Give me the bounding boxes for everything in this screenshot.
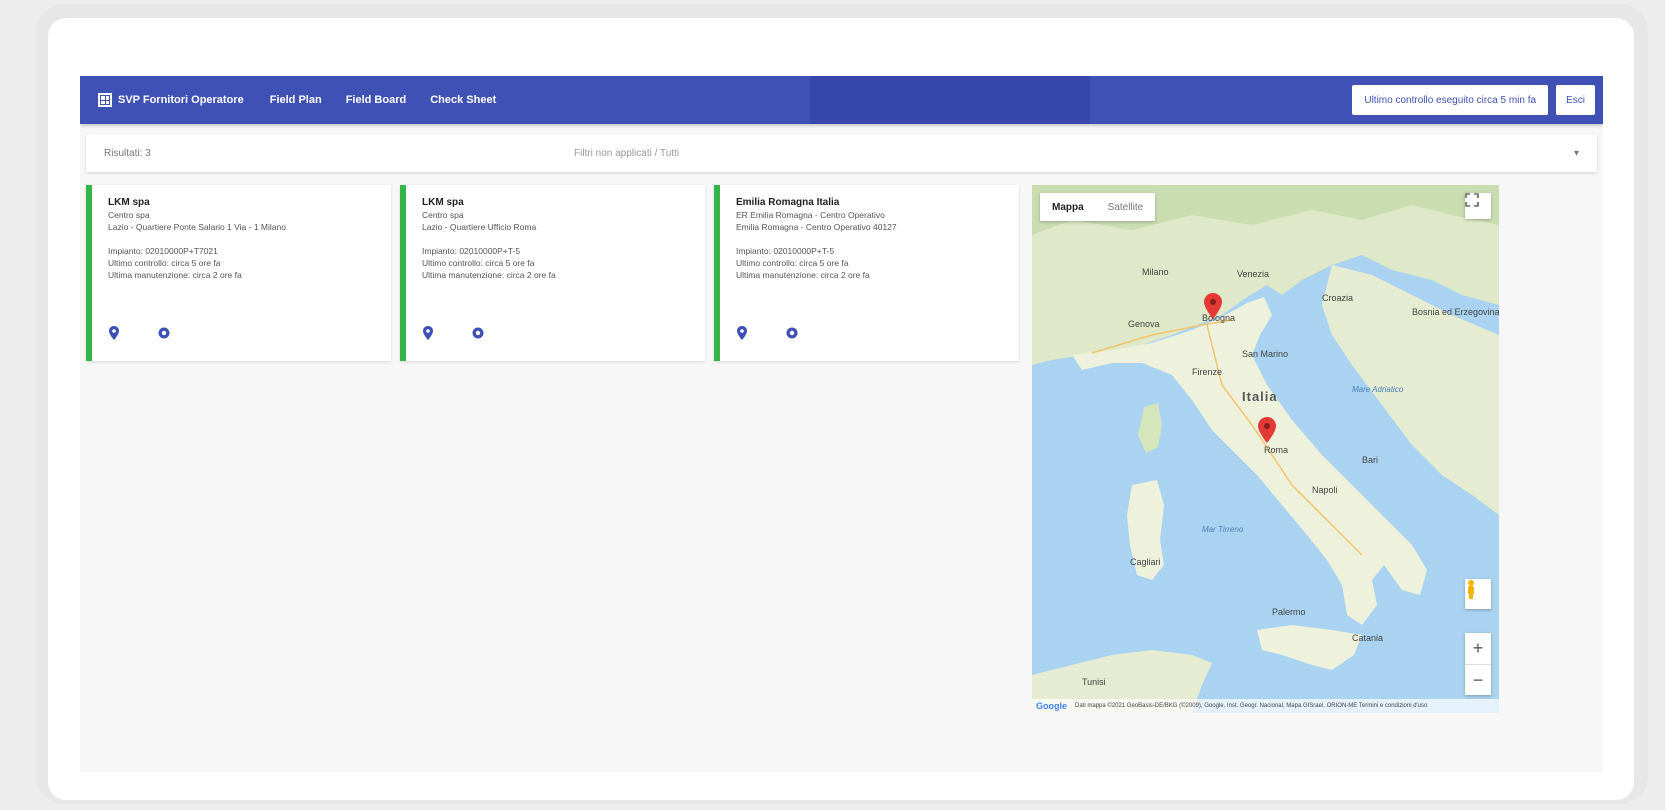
exit-button[interactable]: Esci [1556, 85, 1595, 115]
card-last-maintenance: Ultima manutenzione: circa 2 ore fa [422, 270, 556, 280]
map-label-bosnia: Bosnia ed Erzegovina [1412, 307, 1499, 317]
zoom-out-button[interactable]: − [1465, 665, 1491, 696]
map-label-venezia: Venezia [1237, 269, 1270, 279]
card-last-check: Ultimo controllo: circa 5 ore fa [736, 258, 849, 268]
map-label-mare-adriatico: Mare Adriatico [1352, 385, 1404, 394]
map-attribution[interactable]: Dati mappa ©2021 GeoBasis-DE/BKG (©2009)… [1075, 703, 1427, 709]
map-label-palermo: Palermo [1272, 607, 1306, 617]
app-root: SVP Fornitori Operatore Field Plan Field… [80, 76, 1603, 772]
map-label-san-marino: San Marino [1242, 349, 1289, 359]
map-footer: Google Dati mappa ©2021 GeoBasis-DE/BKG … [1032, 699, 1499, 713]
map-label-napoli: Napoli [1312, 485, 1338, 495]
chevron-down-icon[interactable]: ▾ [1574, 148, 1579, 159]
gear-icon[interactable] [782, 323, 802, 343]
gear-icon[interactable] [468, 323, 488, 343]
location-pin-icon[interactable] [732, 323, 752, 343]
site-card[interactable]: Emilia Romagna Italia ER Emilia Romagna … [714, 185, 1019, 361]
site-card[interactable]: LKM spa Centro spa Lazio - Quartiere Uff… [400, 185, 705, 361]
card-last-maintenance: Ultima manutenzione: circa 2 ore fa [108, 270, 242, 280]
map-label-italia: Italia [1242, 389, 1278, 404]
location-pin-icon[interactable] [418, 323, 438, 343]
card-subtitle: Centro spa [422, 210, 464, 220]
zoom-in-button[interactable]: + [1465, 633, 1491, 664]
card-last-check: Ultimo controllo: circa 5 ore fa [422, 258, 535, 268]
filter-bar[interactable]: Risultati: 3 Filtri non applicati / Tutt… [86, 134, 1597, 172]
gear-icon[interactable] [154, 323, 174, 343]
card-actions [732, 323, 802, 343]
filter-select[interactable]: Filtri non applicati / Tutti [574, 148, 1574, 159]
map-label-roma: Roma [1264, 445, 1289, 455]
card-title: LKM spa [422, 197, 464, 208]
card-last-maintenance: Ultima manutenzione: circa 2 ore fa [736, 270, 870, 280]
map-label-firenze: Firenze [1192, 367, 1223, 377]
map-label-bari: Bari [1362, 455, 1379, 465]
map-type-control: Mappa Satellite [1040, 193, 1156, 221]
top-app-bar: SVP Fornitori Operatore Field Plan Field… [80, 76, 1603, 124]
map-label-genova: Genova [1128, 319, 1160, 329]
map-label-mar-tirreno: Mar Tirreno [1202, 525, 1244, 534]
card-address: Emilia Romagna - Centro Operativo 40127 [736, 222, 897, 232]
map-label-milano: Milano [1142, 267, 1169, 277]
map-type-map[interactable]: Mappa [1040, 193, 1096, 221]
card-actions [104, 323, 174, 343]
card-subtitle: ER Emilia Romagna - Centro Operativo [736, 210, 885, 220]
map-view[interactable]: Milano Venezia Bologna Genova Firenze Sa… [1032, 185, 1499, 713]
map-label-catania: Catania [1352, 633, 1384, 643]
nav-field-plan[interactable]: Field Plan [270, 94, 322, 106]
card-address: Lazio - Quartiere Ufficio Roma [422, 222, 537, 232]
card-code: Impianto: 02010000P+T-5 [736, 246, 835, 256]
nav-field-board[interactable]: Field Board [346, 94, 407, 106]
brand-title: SVP Fornitori Operatore [118, 94, 244, 106]
card-subtitle: Centro spa [108, 210, 150, 220]
card-address: Lazio - Quartiere Ponte Salario 1 Via - … [108, 222, 286, 232]
last-check-button[interactable]: Ultimo controllo eseguito circa 5 min fa [1352, 85, 1549, 115]
topbar-highlight [810, 76, 1090, 124]
card-title: LKM spa [108, 197, 150, 208]
site-card[interactable]: LKM spa Centro spa Lazio - Quartiere Pon… [86, 185, 391, 361]
brand[interactable]: SVP Fornitori Operatore [98, 93, 244, 107]
card-title: Emilia Romagna Italia [736, 197, 840, 208]
nav-check-sheet[interactable]: Check Sheet [430, 94, 496, 106]
fullscreen-icon[interactable] [1465, 193, 1491, 219]
zoom-control: + − [1465, 633, 1491, 695]
map-type-satellite[interactable]: Satellite [1096, 193, 1156, 221]
card-last-check: Ultimo controllo: circa 5 ore fa [108, 258, 221, 268]
location-pin-icon[interactable] [104, 323, 124, 343]
results-count: Risultati: 3 [104, 147, 151, 159]
street-view-pegman-icon[interactable] [1465, 579, 1491, 609]
map-label-cagliari: Cagliari [1130, 557, 1161, 567]
card-code: Impianto: 02010000P+T-5 [422, 246, 521, 256]
map-label-tunisi: Tunisi [1082, 677, 1106, 687]
card-code: Impianto: 02010000P+T7021 [108, 246, 218, 256]
map-label-croazia: Croazia [1322, 293, 1354, 303]
card-actions [418, 323, 488, 343]
google-logo: Google [1036, 701, 1067, 711]
app-logo-icon [98, 93, 112, 107]
